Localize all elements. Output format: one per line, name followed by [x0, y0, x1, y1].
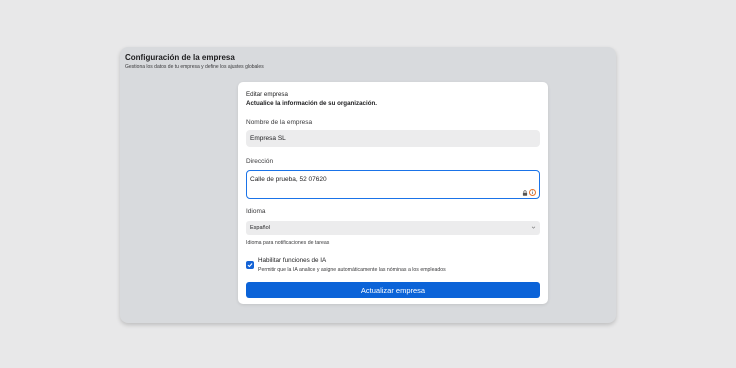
- language-label: Idioma: [246, 208, 266, 215]
- address-value: Calle de prueba, 52 07620: [250, 176, 327, 183]
- card-title: Editar empresa: [246, 91, 288, 98]
- language-select[interactable]: Español: [246, 221, 540, 235]
- checkmark-icon: [247, 263, 253, 268]
- settings-panel: Configuración de la empresa Gestiona los…: [120, 47, 616, 323]
- address-label: Dirección: [246, 158, 274, 165]
- ai-features-checkbox[interactable]: [246, 261, 254, 269]
- page-subtitle: Gestiona los datos de tu empresa y defin…: [125, 64, 264, 70]
- address-input[interactable]: Calle de prueba, 52 07620 i: [246, 170, 540, 199]
- language-help-text: Idioma para notificaciones de tareas: [246, 240, 330, 246]
- ai-features-label[interactable]: Habilitar funciones de IA: [258, 257, 326, 264]
- info-icon[interactable]: i: [529, 189, 536, 196]
- address-field-icons: i: [522, 189, 536, 196]
- ai-features-help: Permitir que la IA analice y asigne auto…: [258, 267, 446, 273]
- edit-company-card: Editar empresa Actualice la información …: [238, 82, 548, 304]
- company-name-value: Empresa SL: [250, 135, 286, 142]
- card-subtitle: Actualice la información de su organizac…: [246, 100, 377, 107]
- company-name-input[interactable]: Empresa SL: [246, 130, 540, 147]
- language-value: Español: [250, 225, 270, 231]
- chevron-down-icon: [531, 226, 536, 229]
- page-title: Configuración de la empresa: [125, 53, 235, 62]
- lock-icon[interactable]: [522, 189, 528, 196]
- company-name-label: Nombre de la empresa: [246, 119, 313, 126]
- update-company-button[interactable]: Actualizar empresa: [246, 282, 540, 298]
